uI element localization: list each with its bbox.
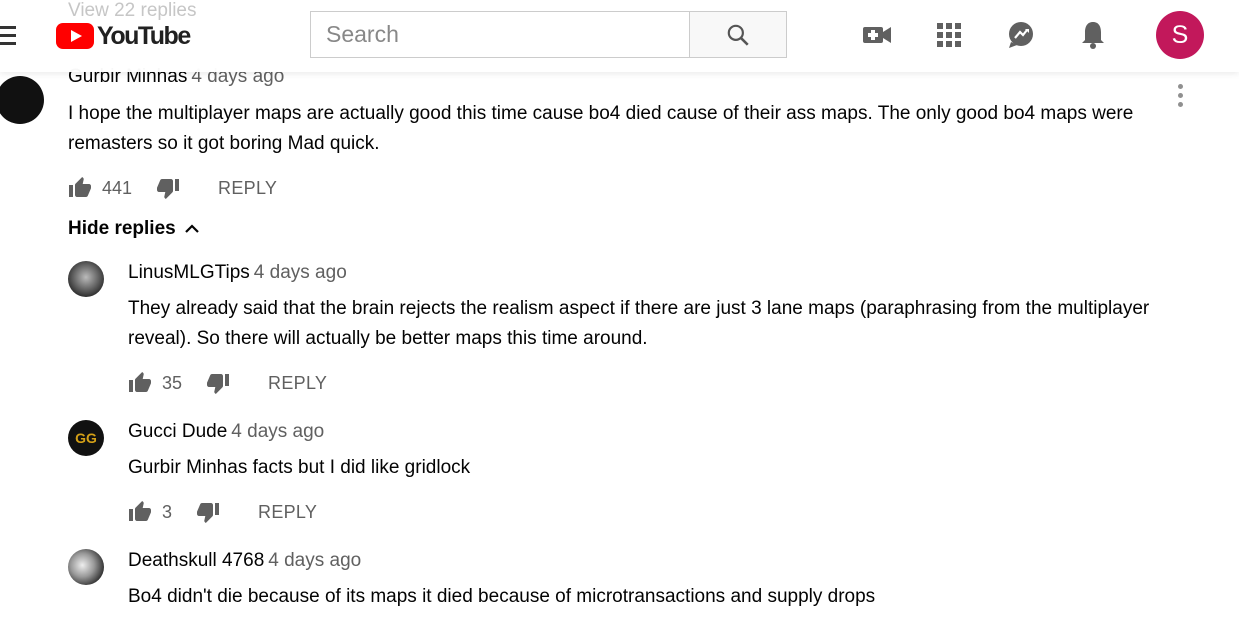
like-count: 3 (162, 501, 173, 522)
hide-replies-label: Hide replies (68, 218, 176, 239)
reply-actions: 3 REPLY (128, 500, 317, 524)
youtube-logo[interactable]: YouTube (56, 21, 191, 50)
avatar[interactable]: GG (68, 420, 104, 456)
like-icon[interactable] (128, 500, 152, 524)
comment-actions: 441 REPLY (68, 176, 277, 200)
more-actions-icon[interactable] (1178, 84, 1188, 111)
reply-author[interactable]: Deathskull 4768 (128, 550, 264, 571)
dislike-icon[interactable] (196, 500, 220, 524)
notifications-bell-icon[interactable] (1076, 18, 1110, 52)
search-input[interactable] (311, 12, 689, 57)
account-avatar[interactable]: S (1156, 11, 1204, 59)
reply-header: LinusMLGTips 4 days ago (128, 262, 347, 284)
comment-text: I hope the multiplayer maps are actually… (68, 103, 1134, 154)
like-count: 35 (162, 372, 183, 393)
like-icon[interactable] (68, 176, 92, 200)
gucci-logo-icon: GG (75, 430, 97, 446)
reply-header: Deathskull 4768 4 days ago (128, 550, 361, 572)
view-replies-peek[interactable]: View 22 replies (68, 0, 197, 22)
avatar[interactable] (0, 76, 44, 124)
play-logo-icon (56, 23, 94, 49)
apps-icon[interactable] (932, 18, 966, 52)
avatar[interactable] (68, 261, 104, 297)
reply-button[interactable]: REPLY (268, 373, 327, 394)
reply-time[interactable]: 4 days ago (254, 262, 347, 283)
like-icon[interactable] (128, 371, 152, 395)
avatar[interactable] (68, 549, 104, 585)
reply-button[interactable]: REPLY (218, 178, 277, 199)
create-video-icon[interactable] (860, 18, 894, 52)
messages-icon[interactable] (1004, 18, 1038, 52)
search-box (310, 11, 787, 58)
search-button[interactable] (689, 12, 786, 57)
like-count: 441 (102, 177, 133, 198)
chevron-up-icon (184, 224, 199, 233)
dislike-icon[interactable] (156, 176, 180, 200)
reply-time[interactable]: 4 days ago (268, 550, 361, 571)
reply-text: Gurbir Minhas facts but I did like gridl… (128, 457, 471, 478)
reply-time[interactable]: 4 days ago (231, 421, 324, 442)
reply-text: Bo4 didn't die because of its maps it di… (128, 586, 876, 607)
reply-text: They already said that the brain rejects… (128, 298, 1150, 349)
reply-header: Gucci Dude 4 days ago (128, 421, 324, 443)
reply-author[interactable]: LinusMLGTips (128, 262, 250, 283)
menu-icon[interactable] (0, 26, 18, 50)
masthead: View 22 replies YouTube S (0, 0, 1239, 72)
logo-wordmark: YouTube (97, 21, 191, 50)
reply-actions: 35 REPLY (128, 371, 327, 395)
reply-author[interactable]: Gucci Dude (128, 421, 227, 442)
search-icon (727, 24, 749, 46)
hide-replies-button[interactable]: Hide replies (68, 218, 202, 240)
dislike-icon[interactable] (206, 371, 230, 395)
reply-button[interactable]: REPLY (258, 502, 317, 523)
